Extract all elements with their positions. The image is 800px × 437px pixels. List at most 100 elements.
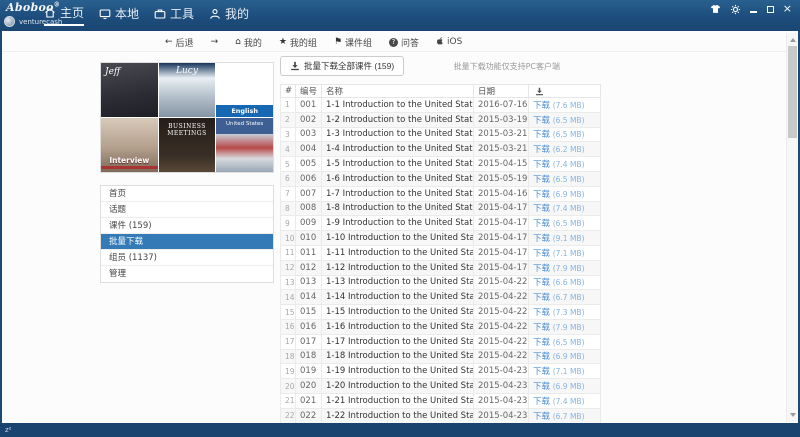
app-window: Aboboo® 主页 本地 工具 我的 × venturecash ← 后退 →… bbox=[0, 0, 800, 437]
tab-tools[interactable]: 工具 bbox=[154, 4, 194, 26]
download-link[interactable]: 下载 (6.5 MB) bbox=[533, 130, 585, 140]
download-icon bbox=[290, 61, 300, 71]
forward-button[interactable]: → bbox=[211, 37, 219, 47]
download-link[interactable]: 下载 (7.6 MB) bbox=[533, 101, 585, 111]
table-header-row: # 编号 名称 日期 bbox=[280, 84, 601, 98]
sidebar-menu-item[interactable]: 批量下载 bbox=[101, 234, 273, 250]
maximize-button[interactable] bbox=[766, 3, 774, 15]
table-row: 8 008 1-8 Introduction to the United Sta… bbox=[280, 200, 601, 217]
download-link[interactable]: 下载 (7.4 MB) bbox=[533, 397, 585, 407]
scroll-up-arrow-icon[interactable] bbox=[790, 38, 796, 42]
download-link[interactable]: 下载 (6.9 MB) bbox=[533, 382, 585, 392]
row-code: 001 bbox=[295, 97, 322, 113]
pc-only-hint: 批量下载功能仅支持PC客户端 bbox=[453, 62, 560, 71]
row-date: 2015-03-19 bbox=[473, 111, 529, 128]
nav-item-qa[interactable]: ? 问答 bbox=[389, 36, 419, 49]
row-index: 10 bbox=[280, 230, 296, 246]
row-code: 017 bbox=[295, 333, 322, 350]
file-size: (6.5 MB) bbox=[552, 219, 585, 229]
download-link[interactable]: 下载 (6.7 MB) bbox=[533, 412, 585, 422]
row-name: 1-2 Introduction to the United States bbox=[321, 111, 474, 128]
row-index: 13 bbox=[280, 274, 296, 291]
download-all-button[interactable]: 批量下载全部课件 (159) bbox=[280, 56, 405, 76]
row-date: 2015-04-22 bbox=[473, 289, 529, 306]
download-link[interactable]: 下载 (7.4 MB) bbox=[533, 204, 585, 214]
cover-lucy: Lucy bbox=[158, 63, 216, 117]
apple-icon bbox=[436, 36, 444, 48]
theme-icon[interactable] bbox=[710, 3, 721, 15]
table-row: 13 013 1-13 Introduction to the United S… bbox=[280, 274, 601, 291]
home-icon: ⌂ bbox=[235, 37, 241, 47]
nav-item-courseware-groups[interactable]: ⚑ 课件组 bbox=[334, 36, 372, 49]
download-link[interactable]: 下载 (6.2 MB) bbox=[533, 145, 585, 155]
sidebar-menu-item[interactable]: 管理 bbox=[101, 266, 273, 282]
content-area: ← 后退 → ⌂ 我的 ★ 我的组 ⚑ 课件组 ? 问答 iOS Jeff Lu… bbox=[2, 31, 798, 423]
row-index: 15 bbox=[280, 304, 296, 320]
download-icon bbox=[533, 87, 600, 96]
sidebar-menu-item[interactable]: 话题 bbox=[101, 202, 273, 218]
file-size: (6.5 MB) bbox=[552, 130, 585, 140]
row-date: 2015-04-22 bbox=[473, 348, 529, 365]
file-size: (6.6 MB) bbox=[552, 278, 585, 288]
close-button[interactable]: × bbox=[783, 3, 792, 15]
sidebar-menu-item[interactable]: 首页 bbox=[101, 186, 273, 202]
row-name: 1-14 Introduction to the United States bbox=[321, 289, 474, 306]
header-name: 名称 bbox=[321, 84, 474, 98]
row-code: 019 bbox=[295, 363, 322, 380]
download-link[interactable]: 下载 (7.9 MB) bbox=[533, 264, 585, 274]
table-row: 3 003 1-3 Introduction to the United Sta… bbox=[280, 126, 601, 143]
table-row: 14 014 1-14 Introduction to the United S… bbox=[280, 289, 601, 306]
vertical-scrollbar[interactable] bbox=[786, 33, 798, 422]
scroll-down-arrow-icon[interactable] bbox=[790, 413, 796, 417]
file-size: (7.9 MB) bbox=[552, 322, 585, 332]
row-name: 1-1 Introduction to the United States bbox=[321, 97, 474, 113]
statusbar-text: z² bbox=[5, 426, 12, 434]
settings-gear-icon[interactable] bbox=[730, 3, 741, 15]
group-cover-collage[interactable]: Jeff Lucy English Interview BUSINESS MEE… bbox=[100, 62, 274, 173]
window-controls: × bbox=[710, 3, 792, 15]
row-index: 1 bbox=[280, 97, 296, 113]
download-link[interactable]: 下载 (7.3 MB) bbox=[533, 308, 585, 318]
download-link[interactable]: 下载 (7.4 MB) bbox=[533, 160, 585, 170]
header-index: # bbox=[280, 84, 296, 98]
table-row: 11 011 1-11 Introduction to the United S… bbox=[280, 244, 601, 261]
table-row: 22 022 1-22 Introduction to the United S… bbox=[280, 407, 601, 423]
briefcase-icon bbox=[154, 8, 166, 20]
download-link[interactable]: 下载 (6.5 MB) bbox=[533, 116, 585, 126]
file-size: (7.1 MB) bbox=[552, 367, 585, 377]
tab-local[interactable]: 本地 bbox=[99, 4, 139, 26]
cover-united-states: United States bbox=[216, 118, 273, 172]
table-row: 6 006 1-6 Introduction to the United Sta… bbox=[280, 170, 601, 187]
download-link[interactable]: 下载 (6.7 MB) bbox=[533, 293, 585, 303]
download-link[interactable]: 下载 (7.1 MB) bbox=[533, 249, 585, 259]
table-body: 1 001 1-1 Introduction to the United Sta… bbox=[280, 97, 601, 423]
back-button[interactable]: ← 后退 bbox=[165, 36, 194, 49]
scrollbar-thumb[interactable] bbox=[788, 46, 797, 138]
tab-mine[interactable]: 我的 bbox=[209, 4, 249, 26]
download-link[interactable]: 下载 (6.5 MB) bbox=[533, 175, 585, 185]
question-icon: ? bbox=[389, 37, 399, 47]
row-name: 1-19 Introduction to the United States bbox=[321, 363, 474, 380]
download-link[interactable]: 下载 (7.1 MB) bbox=[533, 367, 585, 377]
download-link[interactable]: 下载 (7.9 MB) bbox=[533, 323, 585, 333]
sidebar-menu-item[interactable]: 课件 (159) bbox=[101, 218, 273, 234]
nav-item-my-groups[interactable]: ★ 我的组 bbox=[279, 36, 317, 49]
download-link[interactable]: 下载 (6.9 MB) bbox=[533, 190, 585, 200]
row-name: 1-22 Introduction to the United States bbox=[321, 407, 474, 423]
minimize-button[interactable] bbox=[750, 3, 758, 15]
row-code: 009 bbox=[295, 215, 322, 232]
download-link[interactable]: 下载 (6.5 MB) bbox=[533, 219, 585, 229]
download-link[interactable]: 下载 (6.6 MB) bbox=[533, 278, 585, 288]
nav-item-ios[interactable]: iOS bbox=[436, 36, 462, 48]
sidebar-menu-item[interactable]: 组员 (1137) bbox=[101, 250, 273, 266]
table-row: 7 007 1-7 Introduction to the United Sta… bbox=[280, 185, 601, 202]
row-name: 1-21 Introduction to the United States bbox=[321, 392, 474, 409]
download-link[interactable]: 下载 (6.5 MB) bbox=[533, 338, 585, 348]
download-link[interactable]: 下载 (6.9 MB) bbox=[533, 352, 585, 362]
download-link[interactable]: 下载 (9.1 MB) bbox=[533, 234, 585, 244]
cover-business-meetings: BUSINESS MEETINGS bbox=[158, 118, 216, 172]
file-size: (7.6 MB) bbox=[552, 100, 585, 110]
nav-item-mine[interactable]: ⌂ 我的 bbox=[235, 36, 262, 49]
account-badge[interactable]: venturecash bbox=[4, 16, 62, 27]
file-size: (6.2 MB) bbox=[552, 145, 585, 155]
